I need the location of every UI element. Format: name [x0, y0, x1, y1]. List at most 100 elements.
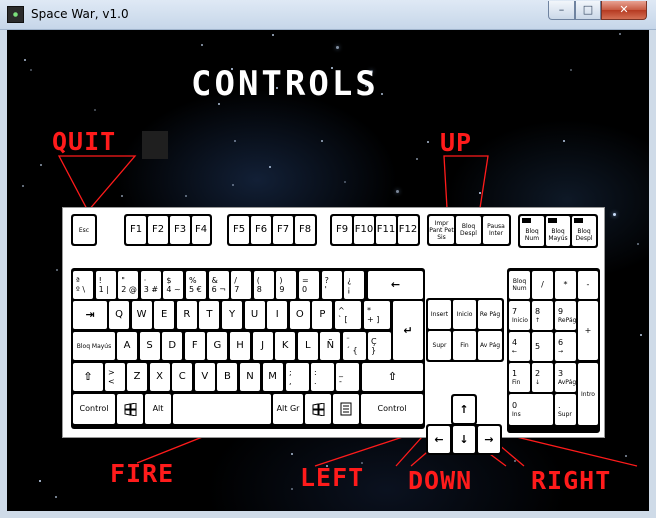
key-caps-lock: Bloq Mayús	[73, 332, 115, 360]
key-q-extra-0: ^ ` [	[335, 301, 361, 329]
key-e: E	[154, 301, 175, 329]
key-alt-gr: Alt Gr	[273, 394, 303, 424]
key-number-2: " 2 @	[118, 271, 139, 299]
key-q-extra-1: * + ]	[364, 301, 390, 329]
key-i: I	[267, 301, 288, 329]
key-t: T	[199, 301, 220, 329]
key-number-4: $4 ~	[163, 271, 184, 299]
main-key-block: ªº \! 1 | " 2 @ · 3 # $4 ~% 5 € & 6 ¬/7(8) 9 = 0? ' ¿ ¡…	[71, 268, 425, 429]
key-scroll-lock: Bloq Despl	[456, 216, 481, 244]
key-arrow-down: ↓	[453, 426, 475, 453]
app-icon	[7, 6, 24, 23]
title-bar: Space War, v1.0 – □ ✕	[0, 0, 656, 30]
key-number-11: ? '	[321, 271, 342, 299]
key-j: J	[252, 332, 273, 360]
left-label: LEFT	[300, 463, 365, 492]
window-title: Space War, v1.0	[31, 7, 129, 21]
fkeys-group-1: F1 F2 F3 F4	[124, 214, 212, 246]
key-f8: F8	[295, 216, 315, 244]
key-number-8: (8	[253, 271, 274, 299]
numpad-5: 5	[532, 332, 553, 361]
key-windows-right	[305, 394, 331, 424]
window-bottom-border	[0, 511, 656, 518]
key-n: N	[240, 363, 260, 391]
numpad-1: 1 Fin	[509, 363, 530, 392]
nav-key-block: Insert Inicio Re Pág Supr Fin Av Pág	[426, 298, 504, 362]
numpad-block: Bloq Num / * - 7 Inicio 8 ↑ 9 RePág 4 ← 5 6 → 1 Fin 2…	[507, 268, 600, 433]
key-f1: F1	[126, 216, 146, 244]
key-number-5: % 5 €	[186, 271, 206, 299]
key-f4: F4	[192, 216, 210, 244]
key-number-12: ¿ ¡	[344, 271, 365, 299]
key-f12: F12	[398, 216, 418, 244]
key-angle-brackets: > <	[105, 363, 125, 391]
key-esc: Esc	[73, 216, 95, 244]
key-r: R	[176, 301, 197, 329]
menu-icon	[340, 402, 352, 416]
numpad-enter: Intro	[578, 363, 598, 425]
key-a: A	[117, 332, 137, 360]
key-arrow-up: ↑	[453, 396, 475, 423]
key-z-extra-0: ;,	[286, 363, 309, 391]
key-backspace: ←	[368, 271, 423, 299]
numpad-7: 7 Inicio	[509, 301, 530, 330]
windows-icon	[124, 402, 136, 416]
key-l: L	[297, 332, 318, 360]
key-page-down: Av Pág	[478, 331, 502, 360]
minimize-button[interactable]: –	[548, 1, 575, 20]
key-c: C	[172, 363, 193, 391]
key-f7: F7	[273, 216, 293, 244]
system-keys-group: Impr Pant Pet Sis Bloq Despl Pausa Inter	[427, 214, 511, 246]
indicator-group: Bloq Num Bloq Mayús Bloq Despl	[518, 214, 598, 248]
up-label: UP	[440, 128, 473, 157]
fire-label: FIRE	[110, 459, 175, 488]
key-z-extra-2: _ -	[336, 363, 359, 391]
indicator-light	[522, 218, 531, 223]
key-menu	[333, 394, 359, 424]
key-f11: F11	[376, 216, 396, 244]
key-h: H	[230, 332, 250, 360]
key-pause: Pausa Inter	[483, 216, 509, 244]
key-v: V	[194, 363, 215, 391]
key-number-7: /7	[231, 271, 252, 299]
key-home: Inicio	[453, 300, 476, 329]
numpad-8: 8 ↑	[532, 301, 553, 330]
numpad-num-lock: Bloq Num	[509, 271, 530, 299]
numpad-zero: 0 Ins	[509, 394, 553, 425]
numpad-dot: . Supr	[555, 394, 576, 425]
key-number-6: & 6 ¬	[208, 271, 229, 299]
numpad-6: 6 →	[555, 332, 576, 361]
key-number-0: ªº \	[73, 271, 93, 299]
keyboard-diagram: Esc F1 F2 F3 F4 F5 F6 F7 F8 F9 F10 F11 F…	[62, 207, 605, 455]
indicator-scroll-lock: Bloq Despl	[572, 216, 596, 246]
key-alt: Alt	[145, 394, 171, 424]
maximize-button[interactable]: □	[575, 1, 601, 20]
key-f10: F10	[354, 216, 374, 244]
key-w: W	[131, 301, 152, 329]
key-number-3: · 3 #	[140, 271, 161, 299]
key-z: Z	[127, 363, 147, 391]
key-control-right: Control	[361, 394, 423, 424]
key-enter: ↵	[393, 301, 423, 360]
fkeys-group-3: F9 F10 F11 F12	[330, 214, 420, 246]
key-number-10: = 0	[299, 271, 319, 299]
key-f5: F5	[229, 216, 249, 244]
fkeys-group-2: F5 F6 F7 F8	[227, 214, 317, 246]
key-p: P	[312, 301, 333, 329]
quit-marker	[142, 131, 168, 159]
numpad-plus: +	[578, 301, 598, 360]
key-arrow-left: ←	[428, 426, 450, 453]
right-label: RIGHT	[531, 466, 612, 495]
numpad-9: 9 RePág	[555, 301, 576, 330]
close-button[interactable]: ✕	[601, 1, 647, 20]
numpad-minus: -	[578, 271, 598, 299]
key-end: Fin	[453, 331, 476, 360]
key-arrow-right: →	[478, 426, 500, 453]
key-page-up: Re Pág	[478, 300, 502, 329]
key-f3: F3	[170, 216, 190, 244]
key-print-screen: Impr Pant Pet Sis	[429, 216, 454, 244]
key-number-1: ! 1 |	[95, 271, 116, 299]
key-f6: F6	[251, 216, 271, 244]
indicator-light	[574, 218, 583, 223]
key-f2: F2	[148, 216, 168, 244]
